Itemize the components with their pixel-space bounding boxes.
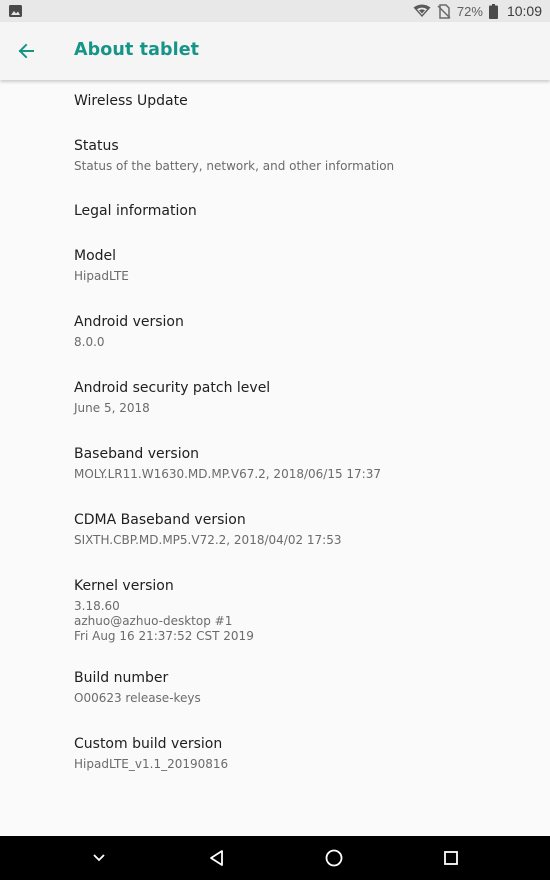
navigation-bar [0,836,550,880]
list-item-wireless-update[interactable]: Wireless Update [0,80,550,124]
item-summary: O00623 release-keys [74,691,201,705]
item-title: Wireless Update [74,93,188,109]
back-triangle-icon [210,850,223,866]
item-summary: HipadLTE_v1.1_20190816 [74,757,229,771]
arrow-back-icon [18,43,34,59]
item-summary-line: azhuo@azhuo-desktop #1 [74,614,233,628]
item-summary: June 5, 2018 [74,401,150,415]
wifi-icon [413,4,431,17]
home-circle-icon [325,849,343,867]
list-item-cdma-baseband-version[interactable]: CDMA Baseband version SIXTH.CBP.MD.MP5.V… [0,498,550,564]
item-title: Kernel version [74,578,174,594]
item-title: Status [74,138,119,154]
list-item-build-number[interactable]: Build number O00623 release-keys [0,656,550,722]
list-item-custom-build-version[interactable]: Custom build version HipadLTE_v1.1_20190… [0,722,550,788]
list-item-baseband-version[interactable]: Baseband version MOLY.LR11.W1630.MD.MP.V… [0,432,550,498]
battery-percent: 72% [456,3,483,19]
item-summary: Status of the battery, network, and othe… [74,159,395,173]
item-title: CDMA Baseband version [74,512,246,528]
item-summary: MOLY.LR11.W1630.MD.MP.V67.2, 2018/06/15 … [74,467,381,481]
hide-keyboard-button[interactable] [69,836,129,880]
item-title: Legal information [74,203,197,219]
back-button[interactable] [12,37,40,65]
nav-back-button[interactable] [187,836,247,880]
chevron-down-icon [93,854,105,862]
item-title: Android security patch level [74,380,271,396]
battery-icon [488,3,498,19]
item-summary: SIXTH.CBP.MD.MP5.V72.2, 2018/04/02 17:53 [74,533,342,547]
recents-square-icon [444,851,458,865]
item-title: Build number [74,670,169,686]
item-summary: HipadLTE [74,269,129,283]
image-notification-icon [9,5,22,17]
item-summary-line: 3.18.60 [74,599,120,613]
list-item-security-patch-level[interactable]: Android security patch level June 5, 201… [0,366,550,432]
status-bar: 72% 10:09 [0,0,550,22]
item-title: Model [74,248,117,264]
item-title: Baseband version [74,446,200,462]
list-item-kernel-version[interactable]: Kernel version 3.18.60 azhuo@azhuo-deskt… [0,564,550,656]
app-bar: About tablet [0,22,550,80]
item-summary: 8.0.0 [74,335,105,349]
clock-time: 10:09 [506,3,542,19]
list-item-android-version[interactable]: Android version 8.0.0 [0,300,550,366]
item-summary-line: Fri Aug 16 21:37:52 CST 2019 [74,629,254,643]
status-icons: 72% 10:09 [413,0,542,22]
list-item-model[interactable]: Model HipadLTE [0,234,550,300]
no-sim-icon [437,3,451,19]
list-item-status[interactable]: Status Status of the battery, network, a… [0,124,550,190]
item-title: Android version [74,314,184,330]
nav-recents-button[interactable] [421,836,481,880]
page-title: About tablet [74,40,200,60]
nav-home-button[interactable] [304,836,364,880]
list-item-legal-information[interactable]: Legal information [0,190,550,234]
item-title: Custom build version [74,736,223,752]
